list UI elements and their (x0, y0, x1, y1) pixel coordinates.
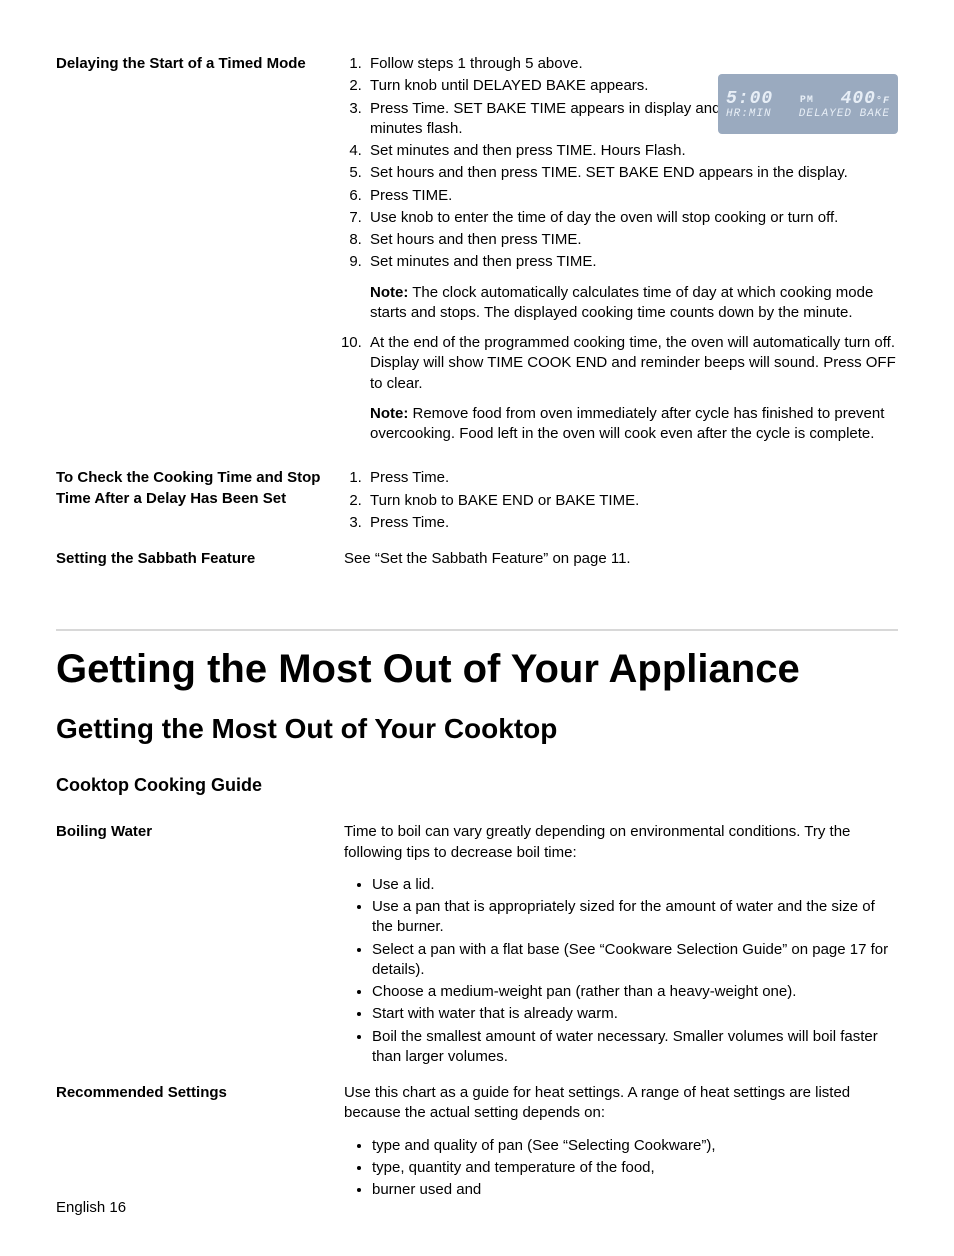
appliance-h1: Getting the Most Out of Your Appliance (56, 647, 898, 691)
note-text: Remove food from oven immediately after … (370, 405, 884, 442)
check-cooking-time-heading: To Check the Cooking Time and Stop Time … (56, 468, 344, 509)
oven-display-graphic: 5:00 PM 400°F HR:MIN DELAYED BAKE (718, 74, 898, 134)
recommended-settings-intro: Use this chart as a guide for heat setti… (344, 1083, 898, 1124)
display-time: 5:00 (726, 90, 773, 109)
list-item: Choose a medium-weight pan (rather than … (372, 982, 898, 1002)
list-item: Set minutes and then press TIME. (366, 252, 898, 272)
list-item: type, quantity and temperature of the fo… (372, 1158, 898, 1178)
note-1: Note: The clock automatically calculates… (370, 283, 898, 324)
display-temp: 400 (841, 89, 876, 109)
delaying-start-step10: At the end of the programmed cooking tim… (344, 333, 898, 394)
display-hrmin: HR:MIN (726, 109, 772, 121)
note-label: Note: (370, 284, 408, 301)
list-item: Boil the smallest amount of water necess… (372, 1027, 898, 1068)
list-item: Select a pan with a flat base (See “Cook… (372, 940, 898, 981)
sabbath-feature-heading: Setting the Sabbath Feature (56, 549, 344, 569)
cooktop-guide-h3: Cooktop Cooking Guide (56, 775, 898, 796)
recommended-settings-bullets: type and quality of pan (See “Selecting … (344, 1136, 898, 1201)
boiling-water-bullets: Use a lid. Use a pan that is appropriate… (344, 875, 898, 1067)
delaying-start-heading: Delaying the Start of a Timed Mode (56, 54, 344, 74)
list-item: Set hours and then press TIME. SET BAKE … (366, 163, 898, 183)
list-item: Follow steps 1 through 5 above. (366, 54, 898, 74)
boiling-water-heading: Boiling Water (56, 822, 344, 842)
check-cooking-time-steps: Press Time. Turn knob to BAKE END or BAK… (344, 468, 898, 533)
list-item: Turn knob to BAKE END or BAKE TIME. (366, 491, 898, 511)
list-item: Set hours and then press TIME. (366, 230, 898, 250)
list-item: Press Time. (366, 513, 898, 533)
list-item: Press Time. SET BAKE TIME appears in dis… (366, 99, 730, 140)
note-text: The clock automatically calculates time … (370, 284, 873, 321)
display-mode: DELAYED BAKE (799, 109, 890, 121)
list-item: Use a lid. (372, 875, 898, 895)
list-item: Press TIME. (366, 186, 898, 206)
list-item: burner used and (372, 1180, 898, 1200)
list-item: Use a pan that is appropriately sized fo… (372, 897, 898, 938)
display-pm: PM (800, 96, 814, 107)
display-deg: °F (876, 96, 890, 107)
list-item: At the end of the programmed cooking tim… (366, 333, 898, 394)
list-item: Start with water that is already warm. (372, 1004, 898, 1024)
list-item: type and quality of pan (See “Selecting … (372, 1136, 898, 1156)
note-2: Note: Remove food from oven immediately … (370, 404, 898, 445)
cooktop-h2: Getting the Most Out of Your Cooktop (56, 713, 898, 745)
list-item: Set minutes and then press TIME. Hours F… (366, 141, 898, 161)
list-item: Press Time. (366, 468, 898, 488)
sabbath-feature-text: See “Set the Sabbath Feature” on page 11… (344, 549, 898, 569)
boiling-water-intro: Time to boil can vary greatly depending … (344, 822, 898, 863)
list-item: Use knob to enter the time of day the ov… (366, 208, 898, 228)
recommended-settings-heading: Recommended Settings (56, 1083, 344, 1103)
page-footer: English 16 (56, 1199, 126, 1216)
note-label: Note: (370, 405, 408, 422)
section-divider (56, 629, 898, 631)
